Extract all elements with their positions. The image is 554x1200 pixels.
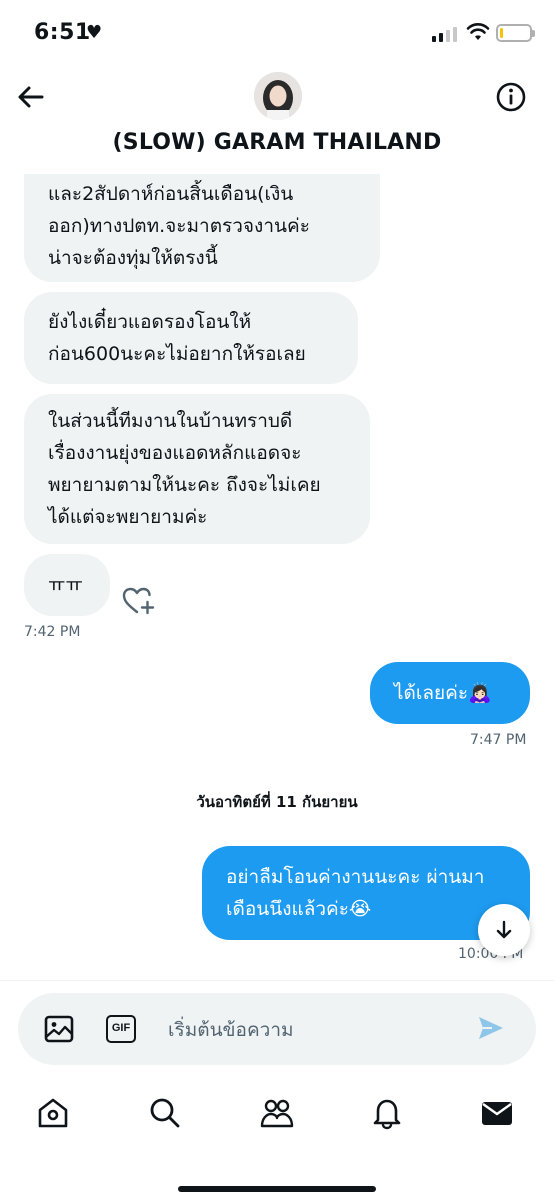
message-line: ได้แต่จะพยายามค่ะ <box>48 506 208 528</box>
bell-icon[interactable] <box>370 1096 404 1130</box>
home-indicator <box>178 1186 376 1192</box>
signal-bars-icon <box>432 26 458 42</box>
message-bubble-outgoing[interactable]: ได้เลยค่ะ🙇🏻‍♀️ <box>370 662 530 724</box>
message-line: อย่าลืมโอนค่างานนะคะ ผ่านมา <box>226 866 485 888</box>
date-separator: วันอาทิตย์ที่ 11 กันยายน <box>196 793 358 811</box>
message-timestamp: 7:42 PM <box>24 624 81 640</box>
avatar-photo <box>254 72 302 120</box>
conversation-title[interactable]: (SLOW) GARAM THAILAND <box>0 130 554 155</box>
heart-icon: ♥ <box>86 22 103 43</box>
status-bar: 6:51 ♥ <box>0 0 554 62</box>
composer: GIF <box>18 993 536 1065</box>
communities-icon[interactable] <box>260 1096 294 1130</box>
message-line: เดือนนึงแล้วค่ะ😭 <box>226 898 372 920</box>
message-line: ㅠㅠ <box>48 574 83 596</box>
avatar[interactable] <box>254 72 302 120</box>
message-line: พยายามตามให้นะคะ ถึงจะไม่เคย <box>48 474 321 496</box>
conversation-header: (SLOW) GARAM THAILAND <box>0 62 554 174</box>
bottom-nav <box>0 1080 554 1200</box>
message-timestamp: 7:47 PM <box>470 732 527 748</box>
message-bubble-incoming[interactable]: ㅠㅠ <box>24 554 110 616</box>
arrow-down-icon <box>496 920 512 939</box>
battery-level <box>500 28 503 38</box>
status-time: 6:51 <box>34 20 91 45</box>
message-bubble-incoming[interactable]: ยังไงเดี๋ยวแอดรองโอนให้ ก่อน600นะคะไม่อย… <box>24 292 358 384</box>
message-list[interactable]: และ2สัปดาห์ก่อนสิ้นเดือน(เงิน ออก)ทางปตท… <box>0 174 554 980</box>
message-input[interactable] <box>168 1015 468 1045</box>
back-button[interactable] <box>14 80 48 114</box>
info-button[interactable] <box>494 80 528 114</box>
message-line: ออก)ทางปตท.จะมาตรวจงานค่ะ <box>48 215 310 237</box>
message-line: ได้เลยค่ะ🙇🏻‍♀️ <box>394 682 492 704</box>
message-bubble-incoming[interactable]: และ2สัปดาห์ก่อนสิ้นเดือน(เงิน ออก)ทางปตท… <box>24 174 380 282</box>
battery-icon <box>496 24 535 42</box>
gif-button[interactable]: GIF <box>106 1015 136 1043</box>
mail-icon[interactable] <box>480 1096 514 1130</box>
image-icon[interactable] <box>44 1015 74 1043</box>
message-line: และ2สัปดาห์ก่อนสิ้นเดือน(เงิน <box>48 183 294 205</box>
message-line: น่าจะต้องทุ่มให้ตรงนี้ <box>48 247 218 269</box>
scroll-down-button[interactable] <box>478 904 530 956</box>
home-icon[interactable] <box>36 1096 70 1130</box>
message-line: เรื่องงานยุ่งของแอดหลักแอดจะ <box>48 442 302 464</box>
send-icon[interactable] <box>476 1013 506 1043</box>
message-line: ก่อน600นะคะไม่อยากให้รอเลย <box>48 343 306 365</box>
composer-bar: GIF <box>0 980 554 1080</box>
message-bubble-incoming[interactable]: ในส่วนนี้ทีมงานในบ้านทราบดี เรื่องงานยุ่… <box>24 394 370 544</box>
search-icon[interactable] <box>148 1096 182 1130</box>
message-line: ยังไงเดี๋ยวแอดรองโอนให้ <box>48 311 252 333</box>
wifi-icon <box>466 23 490 40</box>
heart-plus-icon[interactable] <box>122 586 156 616</box>
message-line: ในส่วนนี้ทีมงานในบ้านทราบดี <box>48 410 293 432</box>
